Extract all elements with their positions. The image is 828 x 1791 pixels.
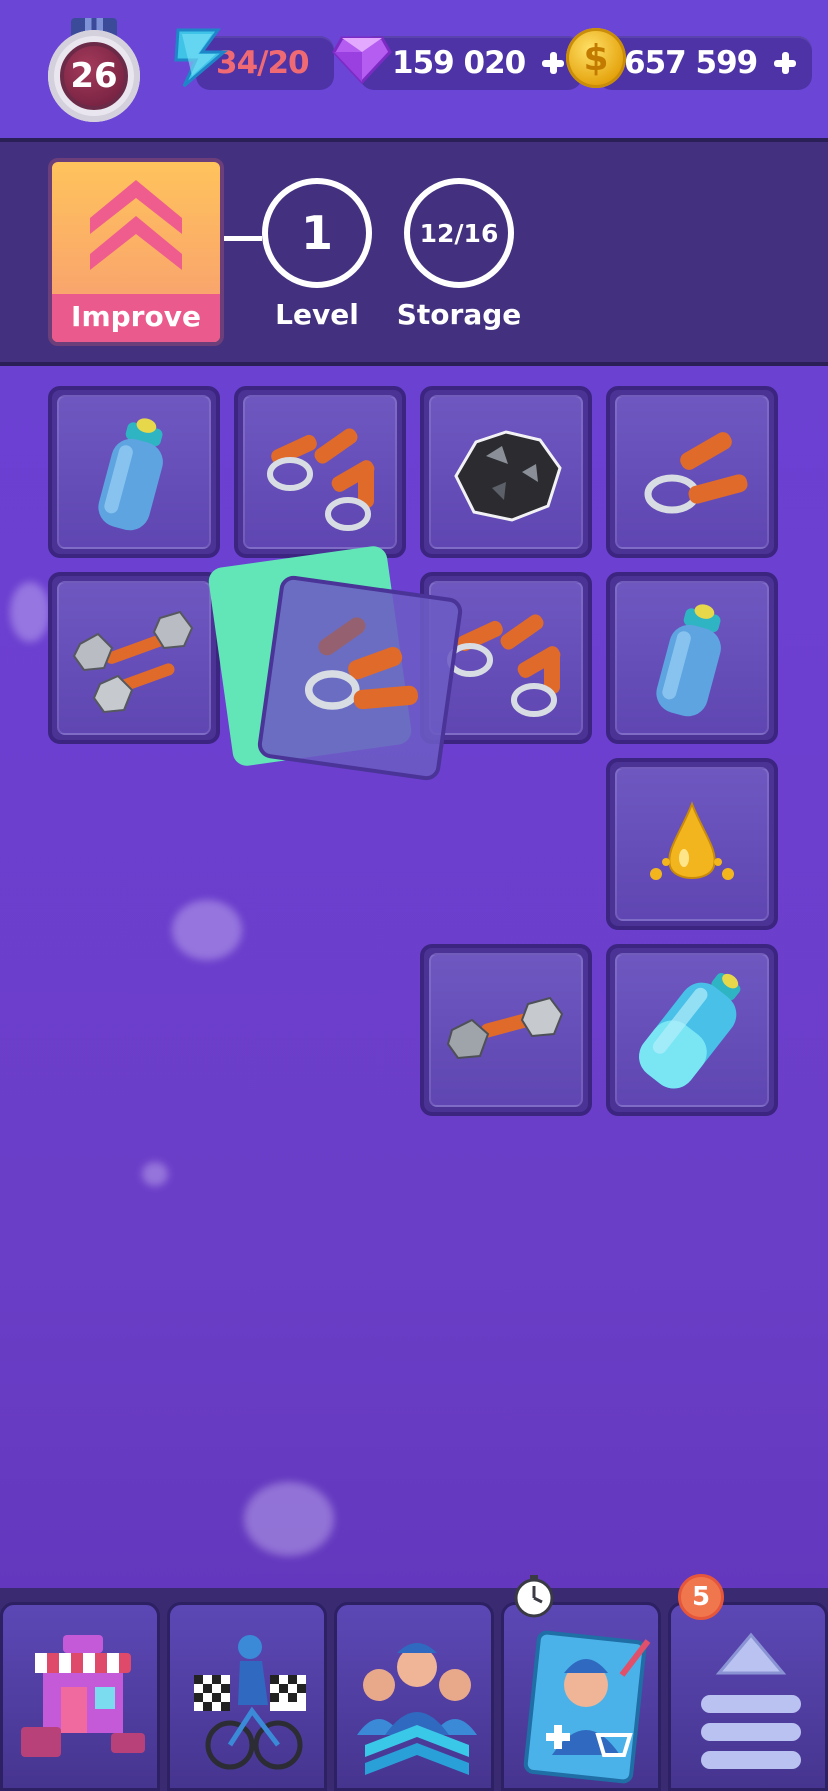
grid-cell[interactable] [420, 944, 592, 1116]
level-circle: 1 [262, 178, 372, 288]
storage-value: 12/16 [419, 218, 499, 248]
race-cyclist-icon [194, 1635, 306, 1770]
energy-value: 34/20 [216, 45, 310, 81]
shop-icon [21, 1635, 145, 1757]
hand-grippers-pair-icon [267, 428, 375, 531]
grid-cell[interactable] [606, 386, 778, 558]
grid-cell[interactable] [420, 386, 592, 558]
grid-cell[interactable] [606, 944, 778, 1116]
level-label: Level [275, 298, 359, 331]
water-bottle-small-icon [98, 418, 163, 531]
cloud-decoration [172, 900, 242, 960]
oil-drop-icon [650, 801, 734, 880]
grid-cell[interactable] [234, 386, 406, 558]
double-chevron-up-icon [90, 180, 182, 270]
water-bottle-small-icon [656, 604, 721, 717]
improve-label: Improve [52, 294, 220, 342]
dumbbells-pair-icon [72, 610, 194, 714]
dumbbell-icon [446, 996, 564, 1060]
connector-line [224, 236, 262, 241]
gems-value: 159 020 [392, 45, 526, 81]
menu-icon [701, 1632, 801, 1769]
menu-button[interactable] [668, 1602, 828, 1791]
grid-cell[interactable] [48, 386, 220, 558]
notification-badge: 5 [678, 1574, 724, 1620]
player-level-badge[interactable]: 26 [44, 18, 144, 122]
recruit-rider-icon [523, 1630, 651, 1784]
timer-clock-icon [514, 1575, 554, 1618]
grid-cell[interactable] [48, 572, 220, 744]
hand-gripper-dragged-icon [304, 617, 419, 710]
team-button[interactable] [334, 1602, 494, 1791]
building-panel: Improve 1 Level 12/16 Storage [0, 138, 828, 366]
grid-cell[interactable] [606, 572, 778, 744]
gems-counter[interactable]: 159 020 [360, 36, 582, 90]
coal-rock-icon [454, 430, 562, 522]
storage-circle: 12/16 [404, 178, 514, 288]
cloud-decoration [10, 582, 50, 642]
race-button[interactable] [167, 1602, 327, 1791]
recruit-button[interactable] [501, 1602, 661, 1791]
coins-counter[interactable]: 657 599 [598, 36, 812, 90]
grid-cell[interactable] [606, 758, 778, 930]
gem-icon [332, 36, 392, 85]
cloud-decoration [142, 1162, 168, 1186]
player-level-value: 26 [70, 56, 118, 96]
team-upgrade-icon [357, 1643, 477, 1775]
add-coins-button[interactable] [765, 43, 805, 83]
coin-icon: $ [566, 28, 626, 88]
shop-button[interactable] [0, 1602, 160, 1791]
improve-button[interactable]: Improve [48, 158, 224, 346]
hand-gripper-icon [644, 432, 748, 514]
level-value: 1 [300, 206, 333, 260]
top-status-bar: 26 34/20 159 020 657 599 $ [0, 0, 828, 138]
storage-label: Storage [396, 298, 522, 331]
coins-value: 657 599 [624, 45, 758, 81]
dragged-item-card[interactable] [256, 574, 464, 782]
cloud-decoration [244, 1482, 334, 1556]
energy-bolt-icon [174, 28, 228, 88]
water-bottle-large-icon [639, 972, 741, 1089]
